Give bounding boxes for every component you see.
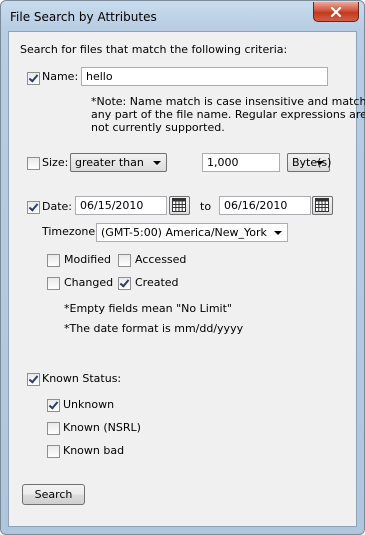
- size-label: Size:: [42, 156, 69, 169]
- date-from-input[interactable]: 06/15/2010: [75, 196, 167, 215]
- calendar-icon: [172, 198, 186, 212]
- size-unit-select[interactable]: Byte(s): [287, 153, 332, 172]
- search-button[interactable]: Search: [22, 484, 85, 505]
- size-checkbox[interactable]: [27, 157, 40, 170]
- accessed-checkbox[interactable]: [118, 254, 131, 267]
- window-title: File Search by Attributes: [10, 10, 157, 24]
- close-icon: [330, 6, 342, 17]
- unknown-label: Unknown: [63, 398, 115, 411]
- known-status-checkbox[interactable]: [27, 373, 40, 386]
- modified-label: Modified: [64, 253, 111, 266]
- created-checkbox[interactable]: [118, 277, 131, 290]
- timezone-value: (GMT-5:00) America/New_York: [101, 226, 267, 239]
- chevron-down-icon: [274, 231, 282, 235]
- intro-text: Search for files that match the followin…: [20, 43, 288, 56]
- size-unit-value: Byte(s): [292, 156, 332, 169]
- created-label: Created: [135, 276, 179, 289]
- known-nsrl-checkbox[interactable]: [47, 422, 60, 435]
- name-note-line1: *Note: Name match is case insensitive an…: [91, 95, 365, 108]
- date-from-calendar-button[interactable]: [169, 196, 190, 215]
- accessed-label: Accessed: [135, 253, 187, 266]
- name-checkbox[interactable]: [27, 72, 40, 85]
- name-input[interactable]: hello: [81, 67, 328, 86]
- size-comparator-select[interactable]: greater than: [70, 153, 167, 172]
- name-note-line2: any part of the file name. Regular expre…: [91, 108, 365, 121]
- size-comparator-value: greater than: [75, 156, 144, 169]
- known-status-label: Known Status:: [42, 372, 122, 385]
- timezone-select[interactable]: (GMT-5:00) America/New_York: [96, 223, 288, 242]
- name-label: Name:: [42, 70, 79, 83]
- changed-checkbox[interactable]: [47, 277, 60, 290]
- unknown-checkbox[interactable]: [47, 399, 60, 412]
- chevron-down-icon: [316, 161, 324, 165]
- date-hint-empty: *Empty fields mean "No Limit": [64, 302, 232, 315]
- chevron-down-icon: [153, 161, 161, 165]
- known-bad-checkbox[interactable]: [47, 445, 60, 458]
- title-bar: File Search by Attributes: [1, 1, 364, 31]
- search-panel: Search for files that match the followin…: [8, 31, 365, 527]
- date-hint-format: *The date format is mm/dd/yyyy: [64, 322, 244, 335]
- date-to-calendar-button[interactable]: [312, 196, 333, 215]
- modified-checkbox[interactable]: [47, 254, 60, 267]
- calendar-icon: [315, 198, 329, 212]
- date-label: Date:: [42, 200, 72, 213]
- size-value-input[interactable]: 1,000: [202, 153, 280, 172]
- date-to-label: to: [200, 200, 212, 213]
- date-to-input[interactable]: 06/16/2010: [219, 196, 311, 215]
- close-button[interactable]: [313, 2, 359, 22]
- date-checkbox[interactable]: [27, 201, 40, 214]
- known-nsrl-label: Known (NSRL): [63, 421, 141, 434]
- changed-label: Changed: [64, 276, 114, 289]
- known-bad-label: Known bad: [63, 444, 125, 457]
- timezone-label: Timezone:: [42, 225, 99, 238]
- name-note-line3: not currently supported.: [91, 121, 225, 134]
- file-search-window: File Search by Attributes Search for fil…: [0, 0, 365, 535]
